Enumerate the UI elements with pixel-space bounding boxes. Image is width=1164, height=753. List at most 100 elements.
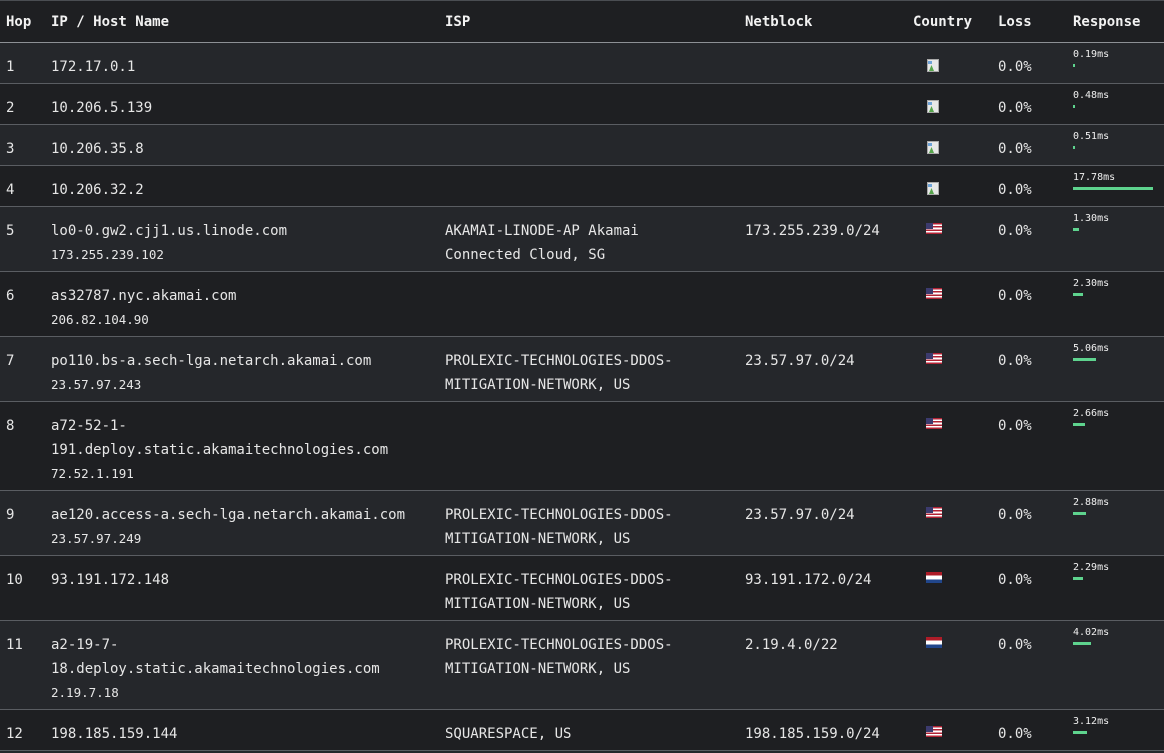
netblock: 23.57.97.0/24 [745,507,855,523]
response-time: 2.66ms [1073,408,1110,419]
country-cell [926,418,942,429]
host-ip: 72.52.1.191 [51,466,134,481]
loss-value: 0.0% [998,572,1032,588]
netblock: 93.191.172.0/24 [745,572,872,588]
response-bar [1073,642,1092,645]
hop-number: 9 [6,507,15,523]
host-name: lo0-0.gw2.cjj1.us.linode.com [51,223,288,239]
isp-name: Connected Cloud, SG [445,247,606,263]
table-row: 12 198.185.159.144 SQUARESPACE, US 198.185.… [0,710,1164,751]
host-cell: 10.206.35.8 [51,137,144,161]
hop-number: 10 [6,572,23,588]
country-cell [926,353,942,364]
header-hop[interactable]: Hop [6,14,31,30]
response-cell: 17.78ms [1073,172,1158,190]
loss-value: 0.0% [998,637,1032,653]
table-row: 5 lo0-0.gw2.cjj1.us.linode.com 173.255.239… [0,207,1164,272]
response-cell: 4.02ms [1073,627,1158,645]
loss-value: 0.0% [998,726,1032,742]
broken-image-icon [926,182,942,196]
loss-value: 0.0% [998,141,1032,157]
header-response[interactable]: Response [1073,14,1140,30]
isp-name: MITIGATION-NETWORK, US [445,596,631,612]
host-name: a72-52-1- [51,418,127,434]
country-cell [926,726,942,737]
hop-number: 6 [6,288,15,304]
country-cell [926,288,942,299]
host-cell: 10.206.5.139 [51,96,152,120]
host-name: ae120.access-a.sech-lga.netarch.akamai.c… [51,507,406,523]
response-bar [1073,105,1076,108]
response-time: 17.78ms [1073,172,1116,183]
isp-name: PROLEXIC-TECHNOLOGIES-DDOS- [445,353,673,369]
host-name: a2-19-7- [51,637,119,653]
response-bar [1073,423,1085,426]
country-cell [926,59,942,73]
hop-number: 4 [6,182,15,198]
host-name: po110.bs-a.sech-lga.netarch.akamai.com [51,353,372,369]
host-cell: as32787.nyc.akamai.com 206.82.104.90 [51,284,236,332]
response-time: 2.29ms [1073,562,1110,573]
response-time: 5.06ms [1073,343,1110,354]
isp-cell: AKAMAI-LINODE-AP Akamai Connected Cloud, … [445,219,639,267]
loss-value: 0.0% [998,288,1032,304]
response-time: 0.51ms [1073,131,1110,142]
host-name: 10.206.35.8 [51,141,144,157]
table-row: 8 a72-52-1- 191.deploy.static.akamaitechno… [0,402,1164,491]
host-name: 198.185.159.144 [51,726,178,742]
netblock: 173.255.239.0/24 [745,223,880,239]
host-ip: 23.57.97.249 [51,531,142,546]
isp-cell: PROLEXIC-TECHNOLOGIES-DDOS- MITIGATION-NE… [445,503,673,551]
table-row: 3 10.206.35.8 0.0% 0.51ms [0,125,1164,166]
host-cell: a72-52-1- 191.deploy.static.akamaitechnol… [51,414,388,486]
hop-number: 7 [6,353,15,369]
hop-number: 2 [6,100,15,116]
response-time: 2.88ms [1073,497,1110,508]
response-cell: 0.19ms [1073,49,1158,67]
isp-name: MITIGATION-NETWORK, US [445,531,631,547]
netblock: 198.185.159.0/24 [745,726,880,742]
us-flag-icon [926,418,942,429]
host-name: 93.191.172.148 [51,572,170,588]
table-header: Hop IP / Host Name ISP Netblock Country … [0,1,1164,43]
header-netblock[interactable]: Netblock [745,14,812,30]
header-host[interactable]: IP / Host Name [51,14,169,30]
table-row: 1 172.17.0.1 0.0% 0.19ms [0,43,1164,84]
host-cell: 172.17.0.1 [51,55,135,79]
response-bar [1073,731,1088,734]
host-name: 191.deploy.static.akamaitechnologies.com [51,442,389,458]
traceroute-table: Hop IP / Host Name ISP Netblock Country … [0,0,1164,751]
host-name: 10.206.5.139 [51,100,153,116]
hop-number: 3 [6,141,15,157]
host-ip: 206.82.104.90 [51,312,149,327]
header-country[interactable]: Country [913,14,972,30]
host-cell: 198.185.159.144 [51,722,177,746]
loss-value: 0.0% [998,182,1032,198]
table-body: 1 172.17.0.1 0.0% 0.19ms 2 10.206.5.139 0.0% 0.… [0,43,1164,751]
country-cell [926,182,942,196]
response-cell: 2.29ms [1073,562,1158,580]
hop-number: 5 [6,223,15,239]
hop-number: 8 [6,418,15,434]
header-isp[interactable]: ISP [445,14,470,30]
response-bar [1073,293,1084,296]
table-row: 9 ae120.access-a.sech-lga.netarch.akamai.… [0,491,1164,556]
response-bar [1073,577,1084,580]
response-bar [1073,512,1086,515]
us-flag-icon [926,223,942,234]
table-row: 6 as32787.nyc.akamai.com 206.82.104.90 0.0%… [0,272,1164,337]
country-cell [926,507,942,518]
isp-name: PROLEXIC-TECHNOLOGIES-DDOS- [445,637,673,653]
response-cell: 1.30ms [1073,213,1158,231]
host-cell: 10.206.32.2 [51,178,144,202]
netblock: 2.19.4.0/22 [745,637,838,653]
header-loss[interactable]: Loss [998,14,1032,30]
response-cell: 0.51ms [1073,131,1158,149]
country-cell [926,223,942,234]
response-bar [1073,228,1079,231]
host-cell: lo0-0.gw2.cjj1.us.linode.com 173.255.239.… [51,219,287,267]
loss-value: 0.0% [998,507,1032,523]
country-cell [926,572,942,583]
isp-cell: PROLEXIC-TECHNOLOGIES-DDOS- MITIGATION-NE… [445,568,673,616]
response-bar [1073,146,1076,149]
